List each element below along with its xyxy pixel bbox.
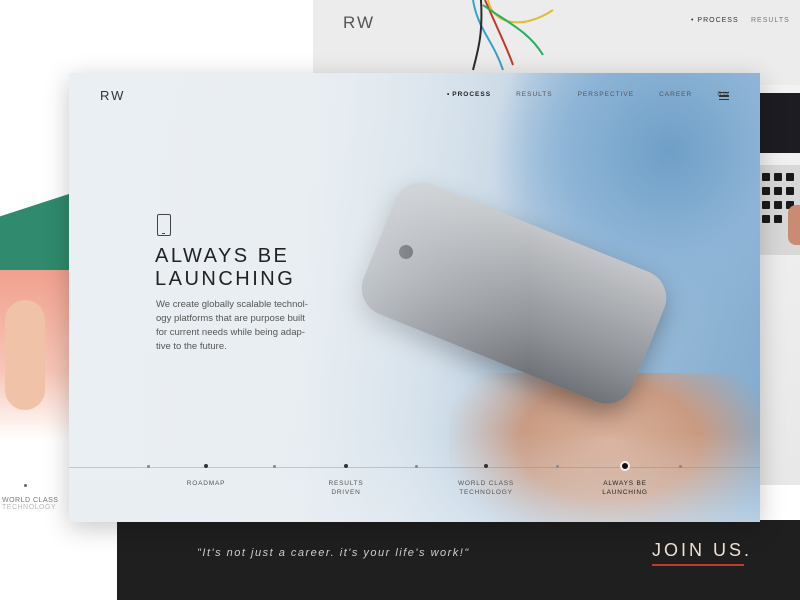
timeline-tick <box>556 465 559 468</box>
headline-line-2: LAUNCHING <box>155 268 296 290</box>
hero-description-line: for current needs while being adap- <box>156 327 305 338</box>
logo-rw: RW <box>343 13 376 32</box>
background-card-bottom: "It's not just a career. it's your life'… <box>117 520 800 600</box>
background-card-right <box>760 85 800 485</box>
headline-line-1: ALWAYS BE <box>155 245 290 267</box>
brand-logo[interactable]: RW <box>100 88 125 103</box>
background-card-left: WORLD CLASS TECHNOLOGY <box>0 0 70 600</box>
hero-description-line: ogy platforms that are purpose built <box>156 313 305 324</box>
career-quote: "It's not just a career. it's your life'… <box>197 547 470 559</box>
join-us-underline <box>652 564 744 566</box>
laptop-screen-image <box>760 93 800 153</box>
timeline-dot-roadmap[interactable] <box>204 464 208 468</box>
hero-description: We create globally scalable technol- ogy… <box>156 298 326 354</box>
hand-image <box>788 205 800 245</box>
timeline-step-always-be-launching[interactable]: ALWAYS BE LAUNCHING <box>602 479 647 497</box>
main-nav: PROCESS RESULTS PERSPECTIVE CAREER RW <box>447 91 755 98</box>
bg-timeline-dot <box>24 484 27 487</box>
hero-headline: ALWAYS BE LAUNCHING <box>155 245 295 291</box>
join-us-link[interactable]: JOIN US. <box>652 540 752 561</box>
nav-item-perspective[interactable]: PERSPECTIVE <box>578 91 635 98</box>
bg-timeline-label: WORLD CLASS TECHNOLOGY <box>2 497 59 511</box>
hero-description-line: We create globally scalable technol- <box>156 299 308 310</box>
hamburger-icon[interactable] <box>719 92 729 101</box>
timeline-tick <box>147 465 150 468</box>
smartphone-icon <box>157 214 171 236</box>
nav-item-results[interactable]: RESULTS <box>516 91 553 98</box>
main-hero-card: RW PROCESS RESULTS PERSPECTIVE CAREER RW… <box>69 73 760 522</box>
bg-nav-process: • PROCESS <box>691 17 739 24</box>
timeline-tick <box>273 465 276 468</box>
hero-description-line: tive to the future. <box>156 341 227 352</box>
timeline-step-world-class[interactable]: WORLD CLASS TECHNOLOGY <box>458 479 514 497</box>
timeline-dot-world-class[interactable] <box>484 464 488 468</box>
timeline-step-roadmap[interactable]: ROADMAP <box>187 479 225 488</box>
timeline-step-results-driven[interactable]: RESULTS DRIVEN <box>328 479 363 497</box>
timeline-dot-results-driven[interactable] <box>344 464 348 468</box>
electronics-wires-image <box>472 0 554 71</box>
bg-nav-results: RESULTS <box>751 17 790 24</box>
timeline-tick <box>679 465 682 468</box>
timeline-tick <box>415 465 418 468</box>
hands-image <box>5 300 45 410</box>
timeline-dot-always-be-launching[interactable] <box>622 463 628 469</box>
nav-item-process[interactable]: PROCESS <box>447 91 491 98</box>
nav-item-career[interactable]: CAREER <box>659 91 692 98</box>
hero-bottom-fade <box>69 433 760 522</box>
